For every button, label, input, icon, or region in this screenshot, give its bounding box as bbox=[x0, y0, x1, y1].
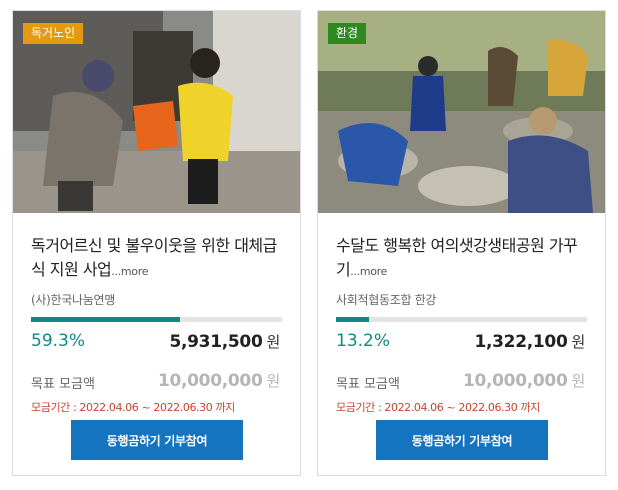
currency-unit: 원 bbox=[571, 372, 585, 390]
donate-button[interactable]: 동행곰하기 기부참여 bbox=[71, 420, 243, 460]
raised-amount: 5,931,500 원 bbox=[169, 331, 280, 352]
campaign-card[interactable]: 환경 수달도 행복한 여의샛강생태공원 가꾸기...more 사회적협동조합 한… bbox=[317, 10, 606, 476]
fundraising-period: 모금기간 : 2022.04.06 ~ 2022.06.30 까지 bbox=[31, 401, 235, 414]
raised-amount: 1,322,100 원 bbox=[474, 331, 585, 352]
category-badge: 환경 bbox=[328, 23, 367, 44]
goal-label: 목표 모금액 bbox=[336, 377, 400, 392]
more-link[interactable]: ...more bbox=[350, 265, 387, 278]
progress-bar bbox=[336, 317, 587, 322]
donate-button[interactable]: 동행곰하기 기부참여 bbox=[376, 420, 548, 460]
fundraising-period: 모금기간 : 2022.04.06 ~ 2022.06.30 까지 bbox=[336, 401, 540, 414]
goal-amount: 10,000,000 원 bbox=[158, 370, 280, 391]
campaign-photo[interactable]: 환경 bbox=[318, 11, 605, 213]
campaign-title[interactable]: 독거어르신 및 불우이웃을 위한 대체급식 지원 사업...more bbox=[31, 234, 289, 284]
campaign-card[interactable]: 독거노인 독거어르신 및 불우이웃을 위한 대체급식 지원 사업...more … bbox=[12, 10, 301, 476]
progress-bar-fill bbox=[31, 317, 180, 322]
goal-amount-value: 10,000,000 bbox=[157, 371, 263, 391]
category-badge: 독거노인 bbox=[23, 23, 84, 44]
organization-name: (사)한국나눔연맹 bbox=[31, 293, 115, 307]
campaign-photo[interactable]: 독거노인 bbox=[13, 11, 300, 213]
currency-unit: 원 bbox=[266, 333, 280, 351]
progress-bar bbox=[31, 317, 282, 322]
progress-percent: 59.3% bbox=[31, 331, 86, 351]
progress-percent: 13.2% bbox=[336, 331, 391, 351]
goal-label: 목표 모금액 bbox=[31, 377, 95, 392]
organization-name: 사회적협동조합 한강 bbox=[336, 293, 437, 307]
campaign-title[interactable]: 수달도 행복한 여의샛강생태공원 가꾸기...more bbox=[336, 234, 594, 284]
currency-unit: 원 bbox=[571, 333, 585, 351]
raised-amount-value: 1,322,100 bbox=[474, 332, 568, 352]
more-link[interactable]: ...more bbox=[111, 265, 148, 278]
raised-amount-value: 5,931,500 bbox=[169, 332, 263, 352]
goal-amount-value: 10,000,000 bbox=[462, 371, 568, 391]
currency-unit: 원 bbox=[266, 372, 280, 390]
progress-bar-fill bbox=[336, 317, 370, 322]
goal-amount: 10,000,000 원 bbox=[463, 370, 585, 391]
campaign-title-text[interactable]: 독거어르신 및 불우이웃을 위한 대체급식 지원 사업 bbox=[31, 236, 277, 279]
